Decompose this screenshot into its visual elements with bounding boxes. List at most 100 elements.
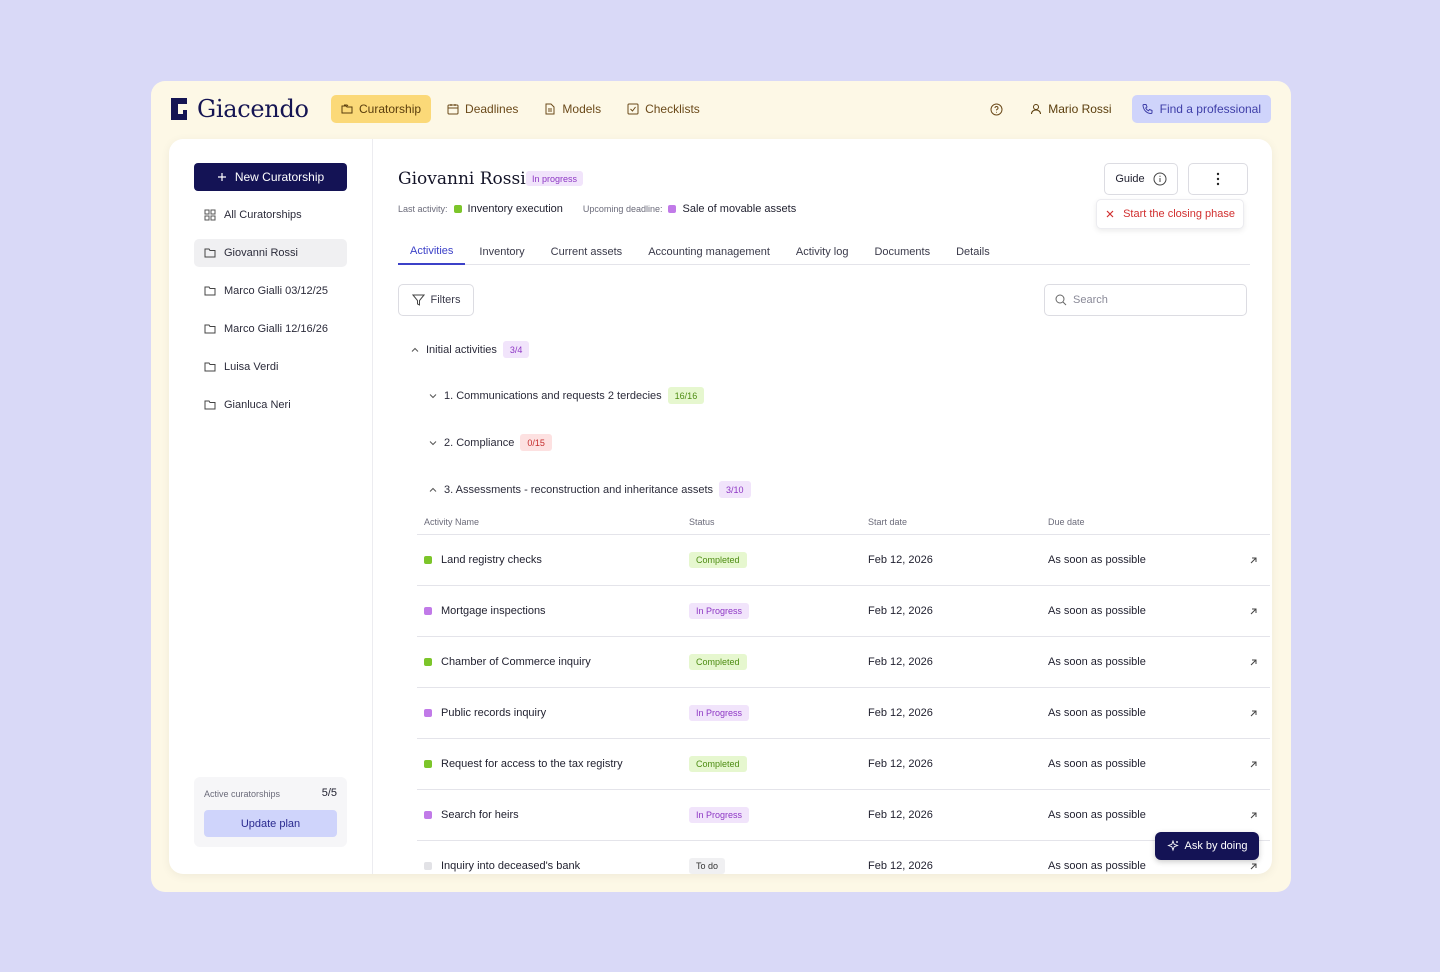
record-meta: Last activity: Inventory execution Upcom… [398, 203, 816, 215]
status-cell: In Progress [689, 807, 868, 823]
guide-button[interactable]: Guide [1104, 163, 1178, 195]
new-curatorship-button[interactable]: New Curatorship [194, 163, 347, 191]
tab-activities[interactable]: Activities [398, 239, 466, 265]
status-cell: In Progress [689, 705, 868, 721]
sidebar: New Curatorship All Curatorships Giovann… [169, 139, 373, 874]
group-count-badge: 16/16 [667, 387, 705, 404]
open-link-icon[interactable] [1238, 709, 1268, 718]
status-cell: In Progress [689, 603, 868, 619]
group-compliance[interactable]: 2. Compliance 0/15 [428, 434, 552, 451]
info-icon [1153, 172, 1167, 186]
activity-name: Land registry checks [441, 554, 542, 566]
sidebar-item-marco-gialli-2[interactable]: Marco Gialli 12/16/26 [194, 315, 347, 343]
logo-icon [171, 98, 187, 120]
folder-icon [204, 400, 216, 410]
activity-name: Search for heirs [441, 809, 519, 821]
header-status: Status [689, 516, 715, 527]
sidebar-item-luisa-verdi[interactable]: Luisa Verdi [194, 353, 347, 381]
filters-button[interactable]: Filters [398, 284, 474, 316]
table-row[interactable]: Land registry checks Completed Feb 12, 202… [417, 535, 1270, 586]
tab-details[interactable]: Details [944, 239, 1002, 265]
sidebar-item-label: Giovanni Rossi [224, 247, 298, 259]
table-row[interactable]: Search for heirs In Progress Feb 12, 2026 A… [417, 790, 1270, 841]
start-date-cell: Feb 12, 2026 [868, 656, 933, 668]
table-row[interactable]: Mortgage inspections In Progress Feb 12, 2… [417, 586, 1270, 637]
nav-checklists[interactable]: Checklists [617, 95, 710, 123]
nav-curatorship[interactable]: Curatorship [331, 95, 432, 123]
sparkle-icon [1166, 840, 1179, 852]
sidebar-item-gianluca-neri[interactable]: Gianluca Neri [194, 391, 347, 419]
sidebar-item-label: Gianluca Neri [224, 399, 291, 411]
header-due-date: Due date [1048, 516, 1085, 527]
deadline-value: Sale of movable assets [682, 203, 797, 215]
start-date-cell: Feb 12, 2026 [868, 758, 933, 770]
group-count-badge: 3/4 [502, 341, 530, 358]
open-link-icon[interactable] [1238, 811, 1268, 820]
group-communications[interactable]: 1. Communications and requests 2 terdeci… [428, 387, 705, 404]
top-bar: Giacendo Curatorship Deadlines Models Ch… [151, 81, 1291, 137]
search-icon [1055, 294, 1067, 306]
more-options-button[interactable] [1188, 163, 1248, 195]
logo[interactable]: Giacendo [169, 95, 309, 123]
new-curatorship-label: New Curatorship [234, 170, 325, 184]
document-icon [545, 103, 555, 115]
update-plan-button[interactable]: Update plan [204, 810, 337, 837]
sidebar-item-marco-gialli-1[interactable]: Marco Gialli 03/12/25 [194, 277, 347, 305]
search-input[interactable] [1073, 294, 1233, 306]
deadline-dot [668, 205, 677, 213]
guide-label: Guide [1115, 173, 1145, 185]
status-cell: Completed [689, 654, 868, 670]
nav-deadlines[interactable]: Deadlines [437, 95, 528, 123]
sidebar-item-giovanni-rossi[interactable]: Giovanni Rossi [194, 239, 347, 267]
sidebar-item-all-curatorships[interactable]: All Curatorships [194, 201, 347, 229]
activity-name: Inquiry into deceased's bank [441, 860, 581, 872]
open-link-icon[interactable] [1238, 556, 1268, 565]
table-row[interactable]: Request for access to the tax registry Co… [417, 739, 1270, 790]
chevron-up-icon [411, 347, 419, 352]
table-row[interactable]: Chamber of Commerce inquiry Completed Feb … [417, 637, 1270, 688]
tab-current-assets[interactable]: Current assets [539, 239, 635, 265]
chevron-down-icon [429, 393, 437, 398]
ask-by-doing-button[interactable]: Ask by doing [1155, 832, 1259, 860]
open-link-icon[interactable] [1238, 862, 1268, 871]
tab-activity-log[interactable]: Activity log [784, 239, 861, 265]
tab-accounting-management[interactable]: Accounting management [636, 239, 782, 265]
due-date-cell: As soon as possible [1048, 758, 1146, 770]
status-badge: Completed [689, 654, 747, 670]
group-initial-activities[interactable]: Initial activities 3/4 [410, 341, 530, 358]
open-link-icon[interactable] [1238, 658, 1268, 667]
start-closing-phase-button[interactable]: Start the closing phase [1096, 199, 1244, 229]
due-date-cell: As soon as possible [1048, 707, 1146, 719]
table-row[interactable]: Inquiry into deceased's bank To do Feb 12,… [417, 841, 1270, 874]
activity-name: Mortgage inspections [441, 605, 546, 617]
find-professional-label: Find a professional [1159, 102, 1261, 116]
last-activity-label: Last activity: [398, 204, 448, 214]
help-icon[interactable] [982, 95, 1010, 123]
user-menu[interactable]: Mario Rossi [1024, 95, 1117, 123]
user-icon [1031, 104, 1042, 115]
group-count-badge: 3/10 [719, 481, 751, 498]
tab-documents[interactable]: Documents [862, 239, 942, 265]
find-professional-button[interactable]: Find a professional [1131, 95, 1271, 123]
activity-name: Public records inquiry [441, 707, 547, 719]
status-badge: Completed [689, 756, 747, 772]
table-row[interactable]: Public records inquiry In Progress Feb 12,… [417, 688, 1270, 739]
status-dot [424, 556, 432, 564]
folder-icon [341, 104, 353, 114]
status-dot [424, 658, 432, 666]
open-link-icon[interactable] [1238, 760, 1268, 769]
status-badge: In Progress [689, 603, 750, 619]
status-badge: To do [689, 858, 726, 874]
header-start-date: Start date [868, 516, 908, 527]
nav-label: Models [562, 102, 602, 116]
open-link-icon[interactable] [1238, 607, 1268, 616]
tab-inventory[interactable]: Inventory [467, 239, 536, 265]
search-box [1044, 284, 1247, 316]
more-vertical-icon [1216, 172, 1220, 186]
main-content: Giovanni Rossi In progress Last activity… [398, 139, 1272, 874]
closing-label: Start the closing phase [1123, 208, 1235, 220]
folder-icon [204, 324, 216, 334]
activity-name-cell: Mortgage inspections [417, 605, 689, 617]
group-assessments[interactable]: 3. Assessments - reconstruction and inhe… [428, 481, 751, 498]
nav-models[interactable]: Models [534, 95, 611, 123]
